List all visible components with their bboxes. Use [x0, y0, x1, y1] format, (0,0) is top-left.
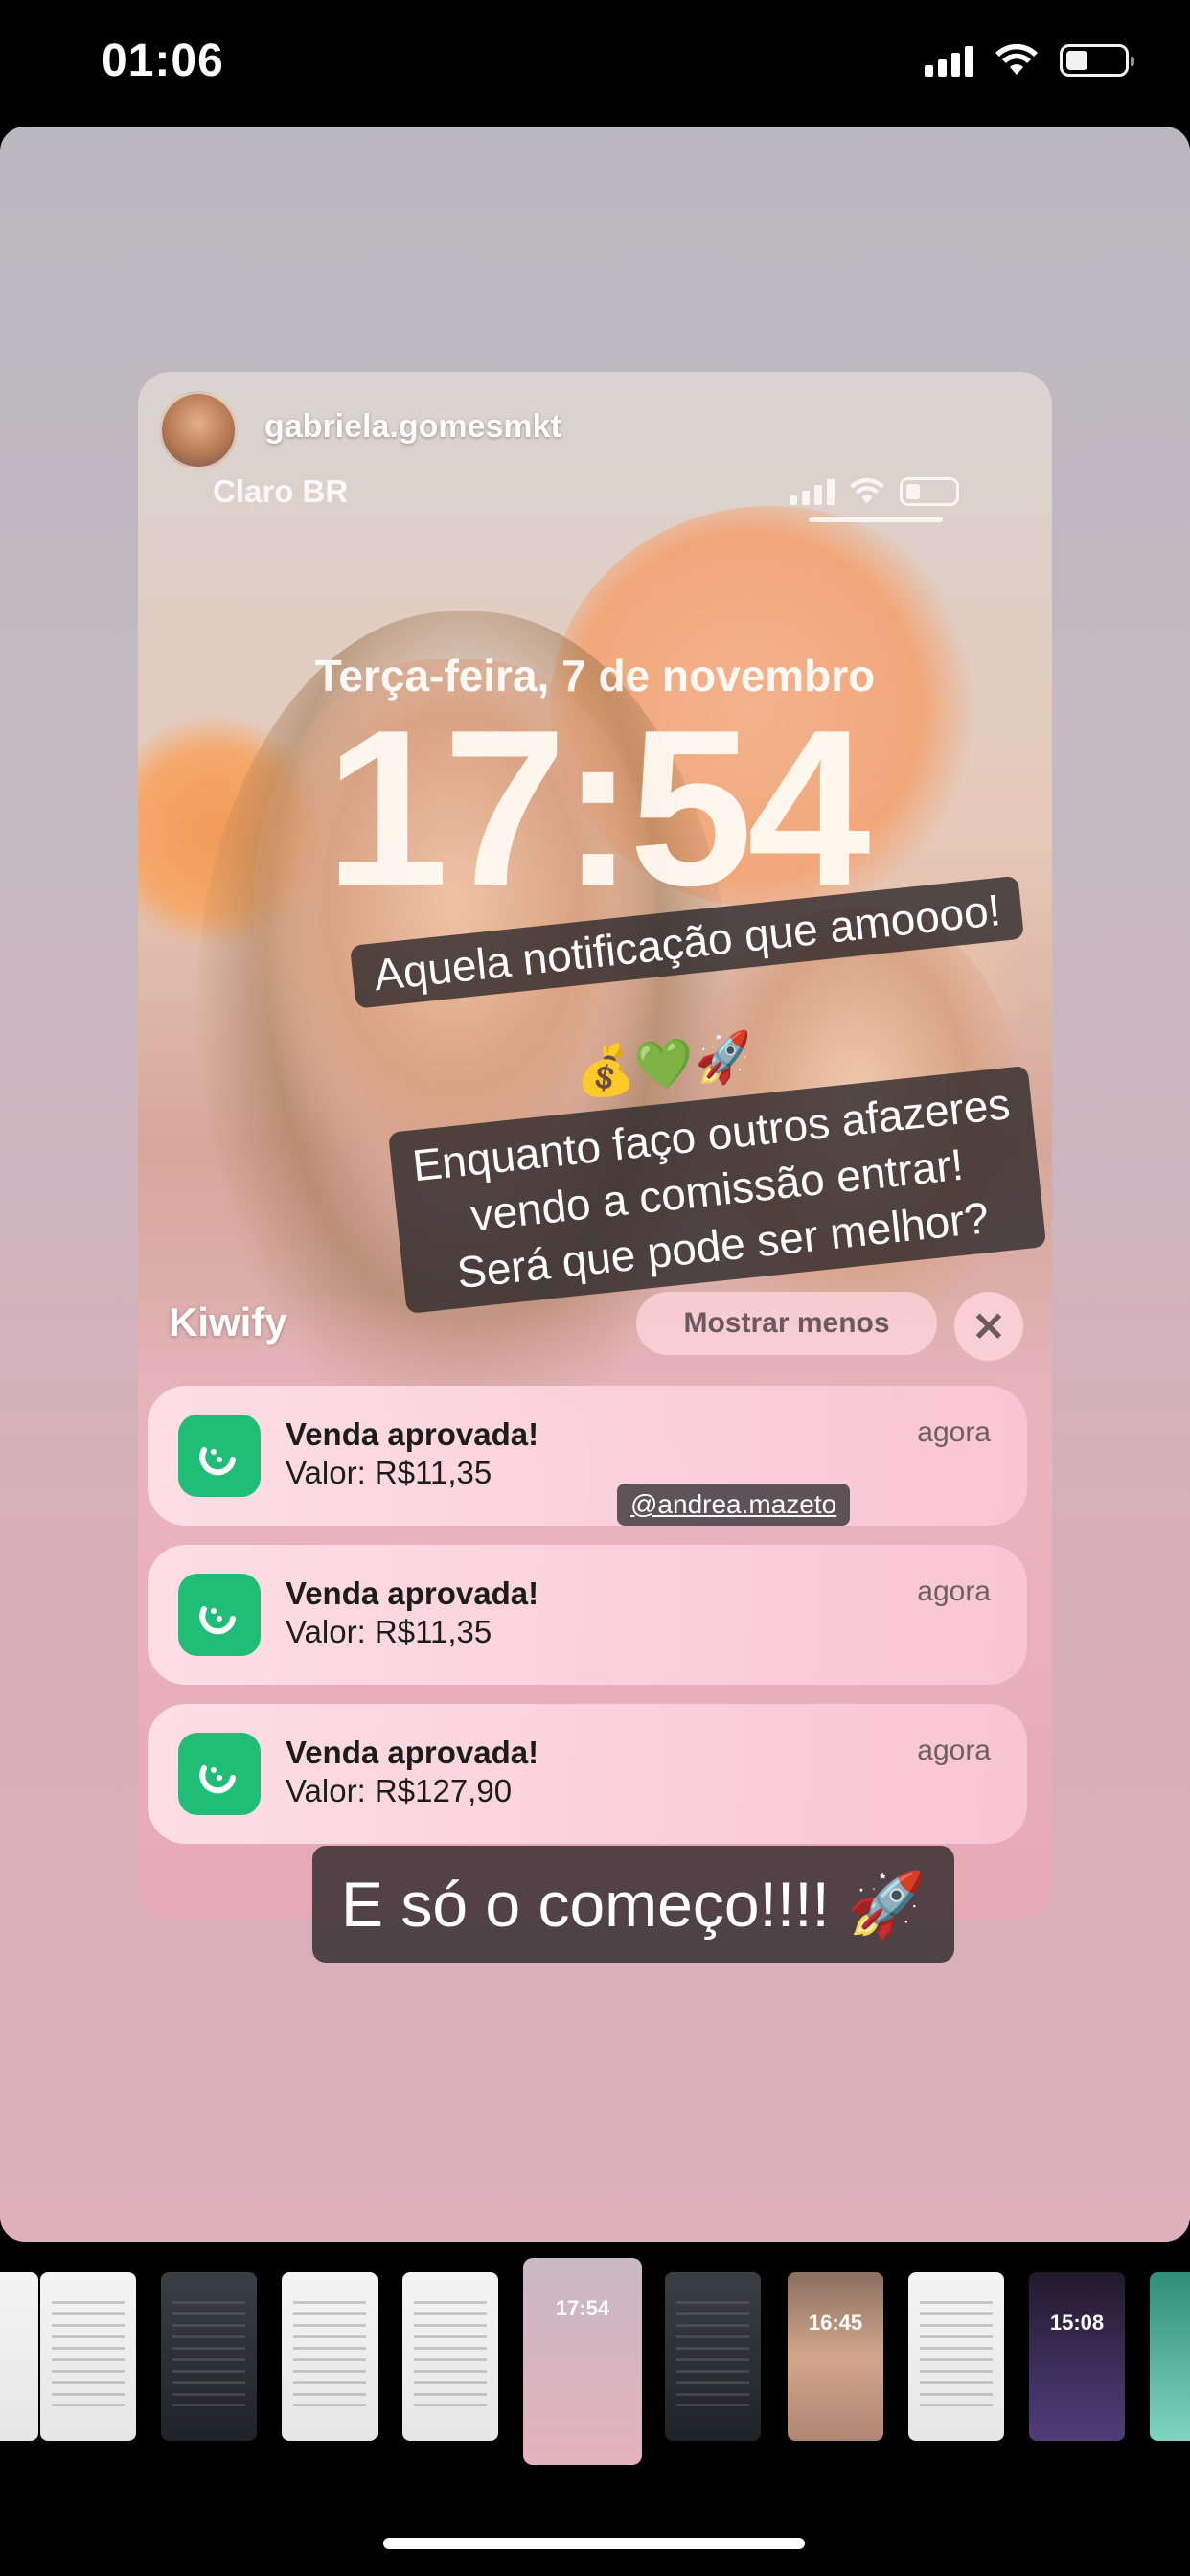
profile-avatar[interactable] — [159, 391, 238, 470]
story-username[interactable]: gabriela.gomesmkt — [264, 408, 561, 446]
notification-body: Valor: R$11,35 — [286, 1614, 492, 1649]
notification-title: Venda aprovada! — [286, 1735, 539, 1770]
thumbnail-time: 15:08 — [1049, 2311, 1105, 2334]
story-thumbnail[interactable] — [161, 2272, 257, 2441]
status-time: 01:06 — [102, 35, 224, 86]
notification-card: Venda aprovada! Valor: R$11,35 agora — [148, 1545, 1027, 1685]
inner-status-icons — [790, 477, 959, 506]
notification-title: Venda aprovada! — [286, 1416, 539, 1452]
kiwify-app-icon — [178, 1574, 261, 1656]
notification-time: agora — [917, 1576, 991, 1607]
story-thumbnail[interactable]: 16:45 — [788, 2272, 883, 2441]
status-icons — [925, 44, 1134, 77]
wifi-icon — [995, 44, 1038, 75]
story-thumbnail-strip[interactable]: 17:54 16:45 15:08 — [0, 2258, 1190, 2469]
notification-card: Venda aprovada! Valor: R$11,35 agora — [148, 1386, 1027, 1526]
close-icon: ✕ — [954, 1292, 1023, 1361]
cellular-signal-icon — [790, 478, 835, 505]
battery-icon — [1060, 44, 1134, 77]
notification-group-title: Kiwify — [169, 1300, 287, 1345]
notification-title: Venda aprovada! — [286, 1576, 539, 1611]
thumbnail-time: 17:54 — [555, 2296, 610, 2320]
story-thumbnail[interactable] — [1150, 2272, 1190, 2441]
wifi-icon — [849, 478, 885, 504]
story-thumbnail[interactable]: 15:08 — [1029, 2272, 1125, 2441]
notification-body: Valor: R$127,90 — [286, 1773, 513, 1808]
story-thumbnail[interactable] — [402, 2272, 498, 2441]
notification-card: Venda aprovada! Valor: R$127,90 agora — [148, 1704, 1027, 1844]
status-bar: 01:06 — [0, 0, 1190, 126]
story-thumbnail[interactable] — [40, 2272, 136, 2441]
notification-time: agora — [917, 1735, 991, 1766]
kiwify-app-icon — [178, 1414, 261, 1497]
story-thumbnail[interactable] — [0, 2272, 38, 2441]
show-less-button: Mostrar menos — [636, 1292, 937, 1355]
story-thumbnail[interactable] — [665, 2272, 761, 2441]
carrier-label: Claro BR — [213, 473, 349, 509]
notification-time: agora — [917, 1416, 991, 1448]
lockscreen-indicator — [809, 518, 943, 522]
caption-bottom: E só o começo!!!! 🚀 — [312, 1846, 955, 1963]
story-thumbnail[interactable] — [282, 2272, 378, 2441]
cellular-signal-icon — [925, 44, 973, 77]
mention-sticker[interactable]: @andrea.mazeto — [617, 1484, 851, 1526]
story-viewer[interactable]: gabriela.gomesmkt Claro BR Terça-feira, … — [0, 126, 1190, 2242]
story-thumbnail-active[interactable]: 17:54 — [523, 2258, 642, 2465]
kiwify-app-icon — [178, 1733, 261, 1815]
thumbnail-time: 16:45 — [808, 2311, 863, 2334]
notification-body: Valor: R$11,35 — [286, 1455, 492, 1490]
story-thumbnail[interactable] — [908, 2272, 1004, 2441]
battery-icon — [900, 477, 959, 506]
home-indicator[interactable] — [383, 2538, 805, 2549]
